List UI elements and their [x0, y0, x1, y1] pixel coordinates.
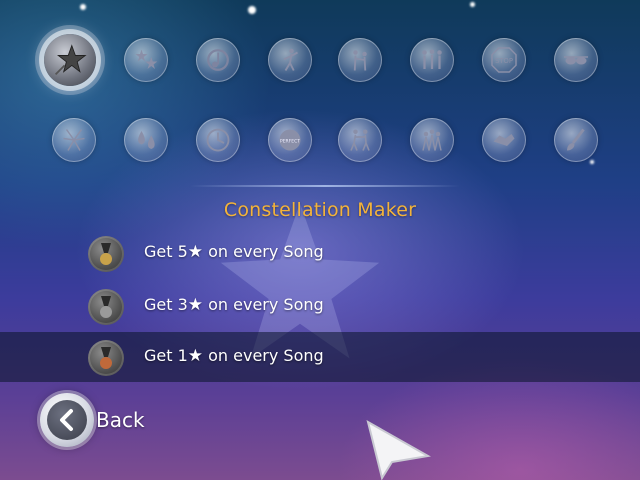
gold-medal-icon: [88, 236, 124, 272]
fireworks-icon[interactable]: [52, 118, 96, 162]
divider: [190, 185, 460, 187]
sunglasses-icon[interactable]: [554, 38, 598, 82]
group-dance-icon[interactable]: [410, 38, 454, 82]
back-button[interactable]: [40, 393, 94, 447]
dancing-couple-icon[interactable]: [338, 118, 382, 162]
stop-sign-text: STOP: [495, 57, 513, 65]
stars-cluster-icon[interactable]: [124, 38, 168, 82]
clock-icon[interactable]: [196, 118, 240, 162]
paint-brush-icon[interactable]: [554, 118, 598, 162]
objective-text: Get 5★ on every Song: [144, 242, 324, 262]
objective-text: Get 3★ on every Song: [144, 295, 324, 315]
dancer-icon[interactable]: [268, 38, 312, 82]
shooting-star-icon[interactable]: [44, 34, 96, 86]
water-drops-icon[interactable]: [124, 118, 168, 162]
pointer-cursor-icon: [366, 419, 431, 480]
sparkle: [470, 2, 475, 7]
objective-row[interactable]: Get 3★ on every Song: [0, 281, 640, 331]
stop-sign-icon[interactable]: STOP: [482, 38, 526, 82]
sparkle: [80, 4, 86, 10]
badge-grid: STOP PERFECT: [30, 20, 610, 180]
music-note-icon[interactable]: [196, 38, 240, 82]
handshake-icon[interactable]: [482, 118, 526, 162]
back-label[interactable]: Back: [96, 408, 145, 432]
objective-text: Get 1★ on every Song: [144, 346, 324, 366]
silver-medal-icon: [88, 289, 124, 325]
perfect-text: PERFECT: [280, 138, 300, 144]
star-icon: ★: [187, 242, 204, 262]
sparkle: [248, 6, 256, 14]
section-title: Constellation Maker: [223, 199, 417, 221]
chevron-left-icon: [47, 400, 87, 440]
perfect-badge-icon[interactable]: PERFECT: [268, 118, 312, 162]
objective-row-selected[interactable]: Get 1★ on every Song: [0, 332, 640, 382]
crowd-icon[interactable]: [410, 118, 454, 162]
bronze-medal-icon: [88, 340, 124, 376]
couple-dance-icon[interactable]: [338, 38, 382, 82]
star-icon: ★: [187, 346, 204, 366]
star-icon: ★: [187, 295, 204, 315]
objective-row[interactable]: Get 5★ on every Song: [0, 228, 640, 278]
